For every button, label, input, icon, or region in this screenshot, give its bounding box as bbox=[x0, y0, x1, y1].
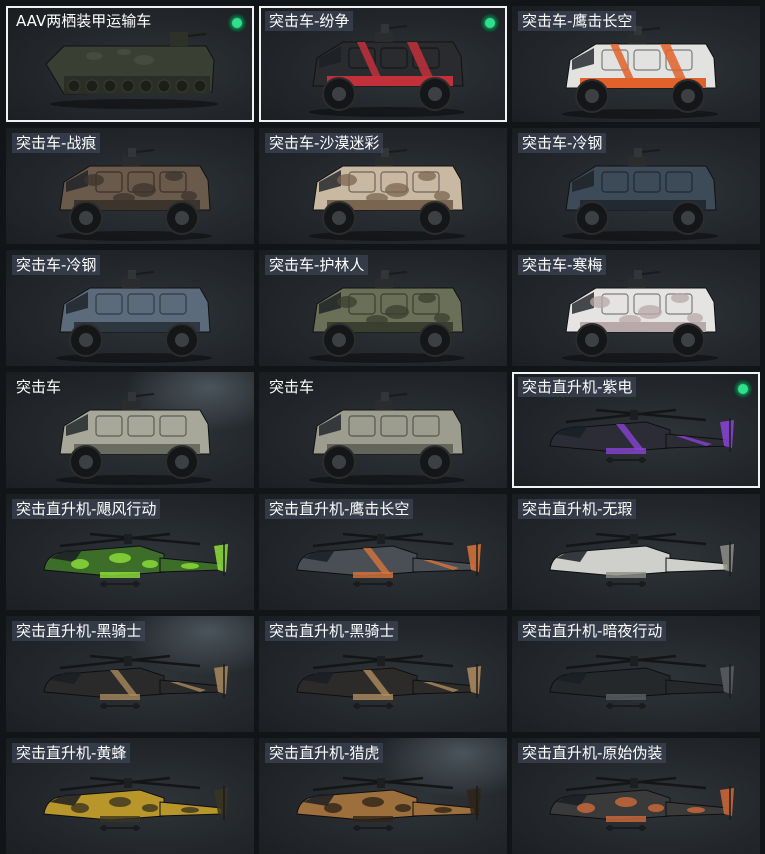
skin-name-label: 突击直升机-无瑕 bbox=[518, 499, 637, 519]
skin-card[interactable]: 突击车-纷争 bbox=[259, 6, 507, 122]
attack-helicopter-art bbox=[296, 776, 481, 831]
attack-helicopter-art bbox=[43, 776, 228, 831]
skin-name-label: 突击直升机-猎虎 bbox=[265, 743, 384, 763]
skin-name-label: 突击直升机-暗夜行动 bbox=[518, 621, 667, 641]
skin-card[interactable]: 突击车 bbox=[259, 372, 507, 488]
skin-card[interactable]: 突击直升机-原始伪装 bbox=[512, 738, 760, 854]
skin-card[interactable]: 突击直升机-鹰击长空 bbox=[259, 494, 507, 610]
skin-name-label: 突击车-战痕 bbox=[12, 133, 101, 153]
equipped-indicator-icon bbox=[228, 14, 246, 32]
assault-vehicle-art bbox=[56, 148, 212, 241]
equipped-indicator-icon bbox=[734, 380, 752, 398]
skin-card[interactable]: 突击车-沙漠迷彩 bbox=[259, 128, 507, 244]
attack-helicopter-art bbox=[43, 532, 228, 587]
skin-card[interactable]: 突击车 bbox=[6, 372, 254, 488]
skin-card[interactable]: 突击车-护林人 bbox=[259, 250, 507, 366]
skin-card[interactable]: 突击车-战痕 bbox=[6, 128, 254, 244]
assault-vehicle-art bbox=[562, 270, 718, 363]
assault-vehicle-art bbox=[309, 24, 465, 117]
attack-helicopter-art bbox=[549, 776, 734, 831]
attack-helicopter-art bbox=[549, 408, 734, 463]
skin-card[interactable]: 突击直升机-黄蜂 bbox=[6, 738, 254, 854]
equipped-dot-icon bbox=[485, 18, 495, 28]
attack-helicopter-art bbox=[296, 654, 481, 709]
equipped-dot-icon bbox=[738, 384, 748, 394]
assault-vehicle-art bbox=[309, 392, 465, 485]
skin-name-label: 突击直升机-黑骑士 bbox=[265, 621, 399, 641]
assault-vehicle-art bbox=[56, 392, 212, 485]
skin-name-label: 突击车 bbox=[269, 378, 315, 396]
skin-name-label: 突击车-寒梅 bbox=[518, 255, 607, 275]
attack-helicopter-art bbox=[296, 532, 481, 587]
amphibious-vehicle-art bbox=[45, 32, 218, 109]
skin-name-label: 突击直升机-黄蜂 bbox=[12, 743, 131, 763]
assault-vehicle-art bbox=[309, 148, 465, 241]
attack-helicopter-art bbox=[549, 532, 734, 587]
skin-card[interactable]: 突击车-寒梅 bbox=[512, 250, 760, 366]
skin-card[interactable]: 突击车-鹰击长空 bbox=[512, 6, 760, 122]
skin-card[interactable]: 突击直升机-飓风行动 bbox=[6, 494, 254, 610]
attack-helicopter-art bbox=[549, 654, 734, 709]
skin-name-label: 突击车-沙漠迷彩 bbox=[265, 133, 384, 153]
skin-name-label: 突击直升机-飓风行动 bbox=[12, 499, 161, 519]
skin-name-label: 突击车-冷钢 bbox=[518, 133, 607, 153]
assault-vehicle-art bbox=[562, 26, 718, 119]
skin-name-label: 突击车-鹰击长空 bbox=[518, 11, 637, 31]
skin-name-label: 突击直升机-紫电 bbox=[518, 377, 637, 397]
skin-name-label: 突击车-护林人 bbox=[265, 255, 369, 275]
skin-name-label: 突击车 bbox=[16, 378, 62, 396]
skin-name-label: 突击车-纷争 bbox=[265, 11, 354, 31]
skin-card[interactable]: 突击车-冷钢 bbox=[512, 128, 760, 244]
assault-vehicle-art bbox=[56, 270, 212, 363]
assault-vehicle-art bbox=[309, 270, 465, 363]
skin-name-label: 突击直升机-原始伪装 bbox=[518, 743, 667, 763]
skin-card[interactable]: AAV两栖装甲运输车 bbox=[6, 6, 254, 122]
equipped-indicator-icon bbox=[481, 14, 499, 32]
skin-card[interactable]: 突击直升机-猎虎 bbox=[259, 738, 507, 854]
attack-helicopter-art bbox=[43, 654, 228, 709]
skin-name-label: 突击直升机-黑骑士 bbox=[12, 621, 146, 641]
skin-name-label: AAV两栖装甲运输车 bbox=[16, 12, 152, 30]
skin-card[interactable]: 突击车-冷钢 bbox=[6, 250, 254, 366]
equipped-dot-icon bbox=[232, 18, 242, 28]
assault-vehicle-art bbox=[562, 148, 718, 241]
skin-grid: AAV两栖装甲运输车 突击车-纷争 突击车-鹰击长空 突击车-战痕 突击车-沙漠迷彩 突击… bbox=[0, 0, 765, 854]
skin-card[interactable]: 突击直升机-暗夜行动 bbox=[512, 616, 760, 732]
skin-card[interactable]: 突击直升机-黑骑士 bbox=[6, 616, 254, 732]
skin-name-label: 突击直升机-鹰击长空 bbox=[265, 499, 414, 519]
skin-card[interactable]: 突击直升机-无瑕 bbox=[512, 494, 760, 610]
skin-name-label: 突击车-冷钢 bbox=[12, 255, 101, 275]
skin-card[interactable]: 突击直升机-紫电 bbox=[512, 372, 760, 488]
skin-card[interactable]: 突击直升机-黑骑士 bbox=[259, 616, 507, 732]
